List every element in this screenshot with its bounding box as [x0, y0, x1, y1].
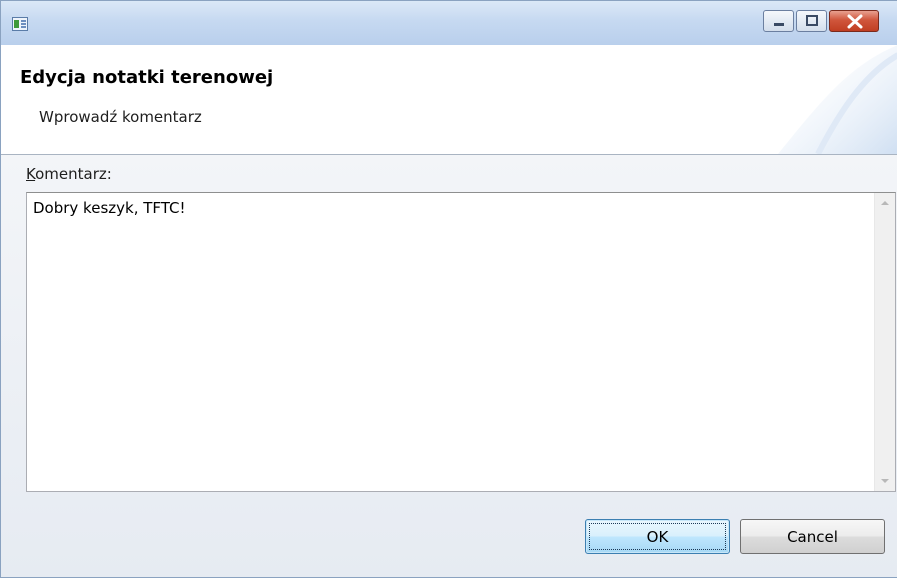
comment-label-mnemonic: K — [26, 165, 36, 183]
comment-label: Komentarz: — [26, 165, 112, 183]
close-icon — [847, 14, 863, 29]
title-bar[interactable] — [1, 1, 897, 45]
maximize-icon — [806, 15, 818, 26]
vertical-scrollbar[interactable] — [874, 193, 895, 491]
dialog-window: Edycja notatki terenowej Wprowadź koment… — [0, 0, 897, 578]
minimize-icon — [774, 23, 784, 26]
page-subtitle: Wprowadź komentarz — [39, 108, 202, 126]
comment-textarea[interactable]: Dobry keszyk, TFTC! — [26, 192, 896, 492]
scroll-down-button[interactable] — [875, 471, 895, 491]
focus-rectangle — [589, 523, 726, 550]
minimize-button[interactable] — [763, 10, 794, 32]
scroll-down-arrow-icon — [881, 479, 889, 483]
cancel-button-label: Cancel — [787, 527, 838, 546]
comment-text: Dobry keszyk, TFTC! — [33, 199, 186, 217]
cancel-button[interactable]: Cancel — [740, 519, 885, 554]
ok-button[interactable]: OK — [585, 519, 730, 554]
maximize-button[interactable] — [796, 10, 827, 32]
scroll-up-button[interactable] — [875, 193, 895, 213]
close-button[interactable] — [829, 10, 879, 32]
page-title: Edycja notatki terenowej — [20, 67, 274, 88]
comment-label-text: omentarz: — [35, 165, 112, 183]
form-body: Komentarz: Dobry keszyk, TFTC! OK Cancel — [1, 155, 897, 577]
scroll-up-arrow-icon — [881, 201, 889, 205]
header-decoration — [778, 45, 897, 154]
header-panel: Edycja notatki terenowej Wprowadź koment… — [1, 45, 897, 155]
app-form-icon — [12, 16, 28, 31]
